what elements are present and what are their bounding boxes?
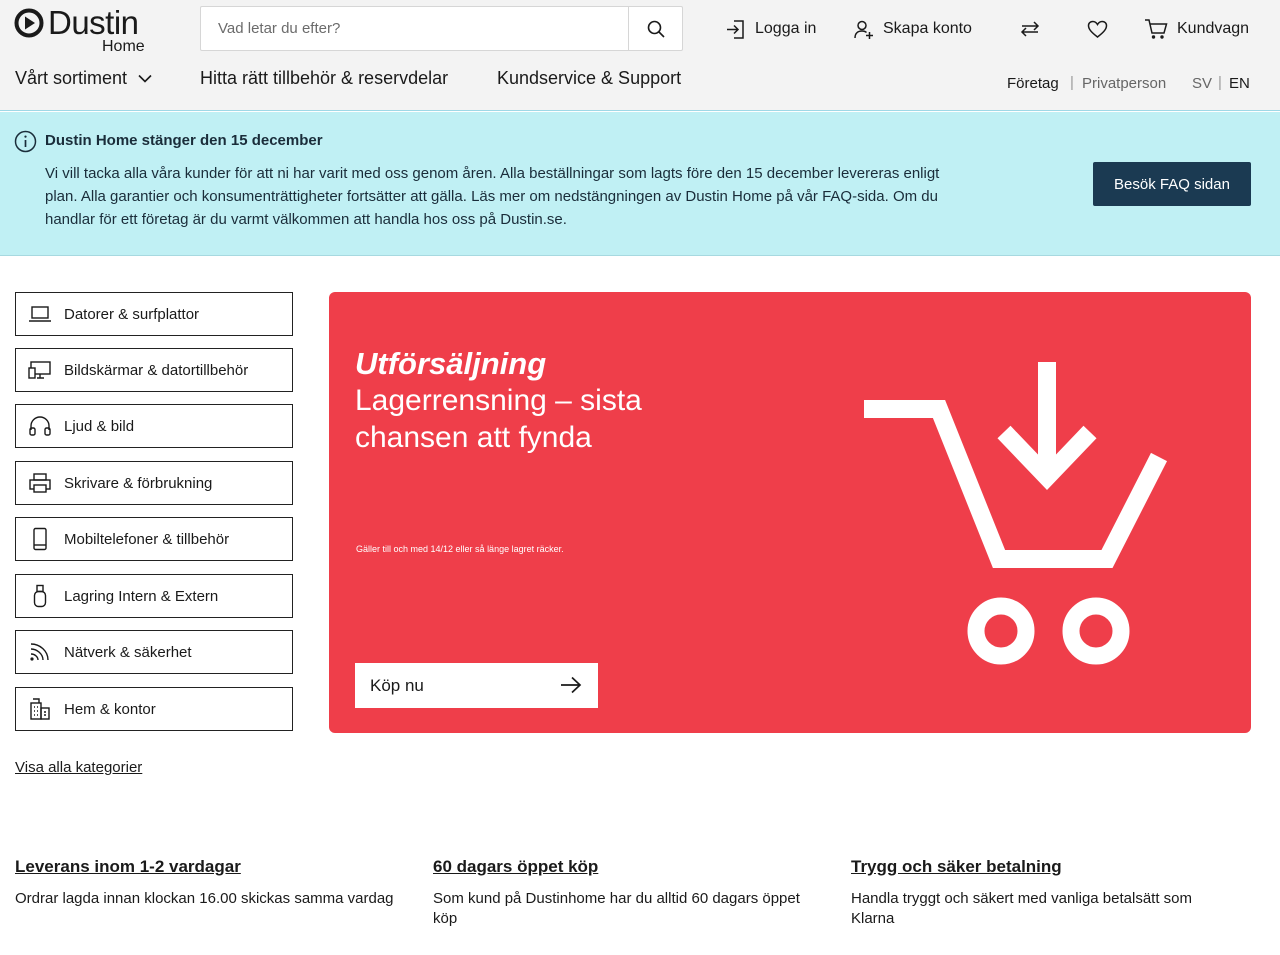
- language-sv[interactable]: SV: [1192, 75, 1212, 92]
- nav-accessories[interactable]: Hitta rätt tillbehör & reservdelar: [200, 68, 448, 89]
- category-label: Skrivare & förbrukning: [64, 474, 213, 492]
- category-label: Lagring Intern & Extern: [64, 587, 219, 605]
- hero-sale-banner[interactable]: Utförsäljning Lagerrensning – sista chan…: [329, 292, 1251, 733]
- dustin-home-logo[interactable]: Dustin Home: [14, 4, 154, 58]
- usp-payment: Trygg och säker betalning Handla tryggt …: [851, 857, 1211, 929]
- nav-assortment-label: Vårt sortiment: [15, 68, 128, 88]
- buy-now-button[interactable]: Köp nu: [355, 663, 598, 708]
- usp-open-purchase: 60 dagars öppet köp Som kund på Dustinho…: [433, 857, 813, 929]
- printer-icon: [16, 461, 64, 505]
- faq-button[interactable]: Besök FAQ sidan: [1093, 162, 1251, 206]
- category-label: Nätverk & säkerhet: [64, 643, 192, 661]
- wishlist-button[interactable]: [1087, 14, 1117, 44]
- category-storage[interactable]: Lagring Intern & Extern: [15, 574, 293, 618]
- category-monitors[interactable]: Bildskärmar & datortillbehör: [15, 348, 293, 392]
- banner-title: Dustin Home stänger den 15 december: [45, 132, 323, 149]
- segment-private[interactable]: Privatperson: [1082, 75, 1166, 92]
- category-home-office[interactable]: Hem & kontor: [15, 687, 293, 731]
- login-icon: [727, 19, 744, 39]
- search-icon: [647, 20, 665, 38]
- logo-subtitle: Home: [102, 38, 145, 55]
- category-label: Mobiltelefoner & tillbehör: [64, 530, 230, 548]
- language-en[interactable]: EN: [1229, 75, 1250, 92]
- cart-icon: [1145, 19, 1168, 39]
- category-computers[interactable]: Datorer & surfplattor: [15, 292, 293, 336]
- chevron-down-icon: [138, 74, 152, 83]
- category-mobile[interactable]: Mobiltelefoner & tillbehör: [15, 517, 293, 561]
- login-label: Logga in: [755, 20, 817, 37]
- create-account-label: Skapa konto: [883, 20, 972, 37]
- arrow-right-icon: [561, 676, 582, 694]
- building-icon: [16, 687, 64, 731]
- segment-separator: |: [1070, 74, 1074, 91]
- category-label: Ljud & bild: [64, 417, 135, 435]
- headphones-icon: [16, 404, 64, 448]
- search-box: [200, 6, 683, 51]
- compare-arrows-icon: [1020, 21, 1040, 37]
- category-label: Datorer & surfplattor: [64, 305, 200, 323]
- phone-icon: [16, 517, 64, 561]
- site-header: Dustin Home Logga in Skapa konto: [0, 0, 1280, 111]
- usp-text: Som kund på Dustinhome har du alltid 60 …: [433, 890, 800, 927]
- category-label: Bildskärmar & datortillbehör: [64, 361, 249, 379]
- usp-text: Handla tryggt och säkert med vanliga bet…: [851, 890, 1193, 927]
- nav-assortment[interactable]: Vårt sortiment: [15, 68, 152, 89]
- heart-icon: [1087, 20, 1108, 38]
- segment-business[interactable]: Företag: [1007, 75, 1059, 92]
- hero-subheadline: Lagerrensning – sista chansen att fynda: [355, 384, 642, 454]
- cart-label: Kundvagn: [1177, 20, 1250, 37]
- create-account-button[interactable]: Skapa konto: [853, 14, 972, 44]
- closing-notice-banner: Dustin Home stänger den 15 december Vi v…: [0, 112, 1280, 256]
- show-all-categories-link[interactable]: Visa alla kategorier: [15, 759, 142, 776]
- usp-title[interactable]: Leverans inom 1-2 vardagar: [15, 857, 395, 877]
- hero-fine-print: Gäller till och med 14/12 eller så länge…: [356, 544, 564, 554]
- language-separator: |: [1218, 74, 1222, 91]
- buy-now-label: Köp nu: [370, 675, 424, 695]
- info-icon: [14, 130, 37, 153]
- shopping-cart-download-icon: [864, 362, 1168, 665]
- usp-text: Ordrar lagda innan klockan 16.00 skickas…: [15, 890, 394, 907]
- banner-body: Vi vill tacka alla våra kunder för att n…: [45, 165, 940, 228]
- category-label: Hem & kontor: [64, 700, 156, 718]
- cart-button[interactable]: Kundvagn: [1144, 14, 1249, 44]
- add-user-icon: [854, 20, 873, 39]
- dustin-logo-icon: [14, 8, 44, 38]
- search-input[interactable]: [201, 7, 629, 50]
- nav-support[interactable]: Kundservice & Support: [497, 68, 681, 89]
- category-audio-video[interactable]: Ljud & bild: [15, 404, 293, 448]
- usp-delivery: Leverans inom 1-2 vardagar Ordrar lagda …: [15, 857, 395, 909]
- laptop-icon: [16, 292, 64, 336]
- search-button[interactable]: [628, 7, 682, 50]
- usb-stick-icon: [16, 574, 64, 618]
- usp-title[interactable]: Trygg och säker betalning: [851, 857, 1211, 877]
- category-printers[interactable]: Skrivare & förbrukning: [15, 461, 293, 505]
- hero-headline: Utförsäljning: [355, 346, 547, 381]
- usp-title[interactable]: 60 dagars öppet köp: [433, 857, 813, 877]
- wifi-icon: [16, 630, 64, 674]
- monitor-icon: [16, 348, 64, 392]
- category-network[interactable]: Nätverk & säkerhet: [15, 630, 293, 674]
- logo-wordmark: Dustin: [48, 4, 139, 41]
- login-button[interactable]: Logga in: [725, 14, 816, 44]
- compare-button[interactable]: [1019, 14, 1050, 44]
